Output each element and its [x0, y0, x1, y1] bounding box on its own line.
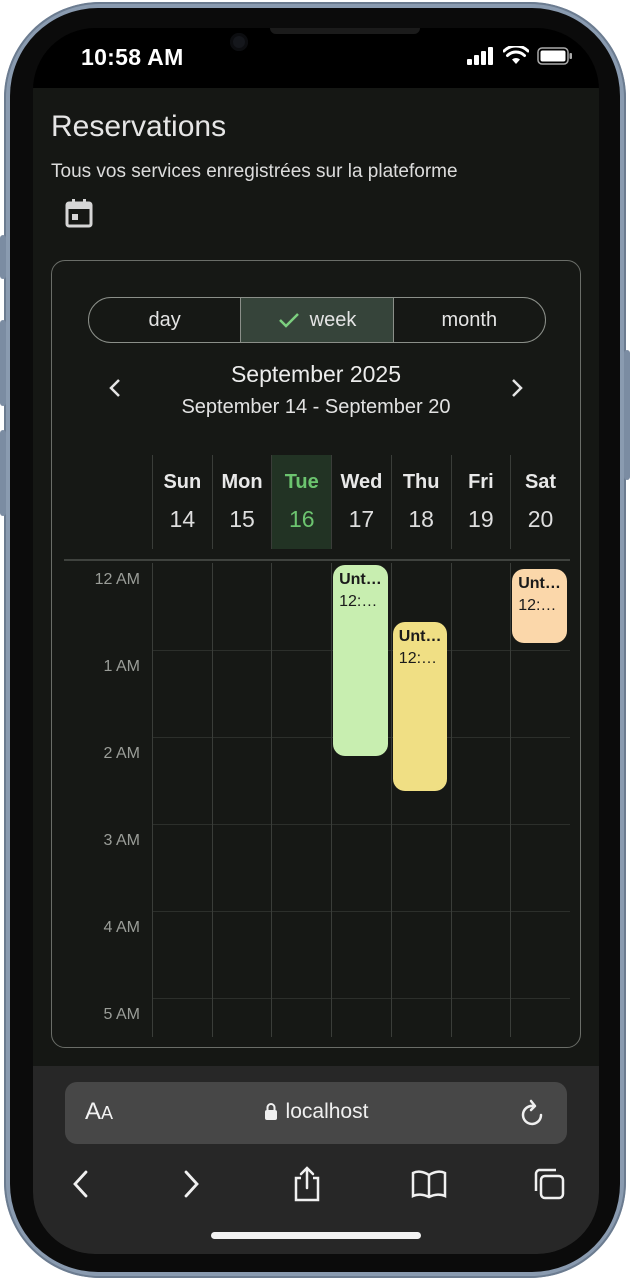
- screen: 10:58 AM Reservations Tous vos services …: [33, 28, 599, 1254]
- front-camera: [230, 33, 248, 51]
- view-week-button[interactable]: week: [240, 298, 393, 342]
- event-time: 12:…: [339, 593, 378, 610]
- day-column-divider: [211, 563, 213, 1037]
- hour-label: 4 AM: [103, 919, 140, 936]
- chevron-right-icon: [184, 1170, 199, 1198]
- event-title: Unt…: [398, 627, 442, 645]
- chevron-right-icon: [512, 379, 523, 397]
- view-week-label: week: [309, 308, 357, 331]
- time-grid: 12 AM 1 AM 2 AM 3 AM 4 AM 5 AM Unt… 12:… Unt… 12:…: [64, 563, 570, 1037]
- event-block[interactable]: Unt… 12:…: [512, 569, 567, 644]
- day-number: 15: [229, 506, 255, 532]
- browser-toolbar: [33, 1162, 599, 1212]
- day-header-thu[interactable]: Thu 18: [390, 455, 451, 549]
- browser-chrome: AA localhost: [33, 1066, 599, 1254]
- day-number: 16: [288, 506, 315, 532]
- back-button[interactable]: [59, 1162, 103, 1206]
- address-bar[interactable]: AA localhost: [65, 1082, 567, 1144]
- url-display[interactable]: localhost: [65, 1100, 567, 1124]
- tabs-button[interactable]: [527, 1162, 571, 1206]
- day-name: Fri: [468, 471, 494, 493]
- volume-down-button: [0, 430, 6, 516]
- bookmarks-button[interactable]: [407, 1162, 451, 1206]
- view-month-label: month: [441, 308, 498, 331]
- app-content: Reservations Tous vos services enregistr…: [33, 88, 599, 1066]
- day-name: Tue: [284, 471, 319, 493]
- check-icon: [278, 313, 299, 328]
- day-number: 17: [348, 506, 375, 532]
- date-range: September 14 - September 20: [181, 396, 451, 418]
- hour-label: 5 AM: [103, 1006, 140, 1023]
- forward-button[interactable]: [169, 1162, 213, 1206]
- chevron-left-icon: [73, 1170, 88, 1198]
- calendar-card: day week month September 2025 September …: [51, 260, 581, 1048]
- hour-gridline: [152, 998, 570, 999]
- view-day-button[interactable]: day: [89, 298, 240, 342]
- speaker-grille: [270, 28, 420, 34]
- day-column-divider: [390, 563, 392, 1037]
- day-name: Thu: [402, 471, 440, 493]
- day-column-divider: [331, 563, 333, 1037]
- hour-label: 2 AM: [103, 745, 140, 762]
- week-grid: Sun 14 Mon 15 Tue 16 Wed 17 Thu 18 Fri 19 Sat 20 12 A…: [64, 445, 570, 1037]
- url-text: localhost: [285, 1100, 369, 1123]
- day-column-divider: [271, 563, 273, 1037]
- month-title: September 2025: [230, 361, 402, 387]
- status-time: 10:58 AM: [81, 44, 184, 70]
- event-time: 12:…: [518, 597, 557, 615]
- page-subtitle: Tous vos services enregistrées sur la pl…: [51, 161, 458, 182]
- day-column-divider: [510, 563, 512, 1037]
- cellular-signal-icon: [467, 47, 493, 65]
- day-header-tue[interactable]: Tue 16: [271, 455, 332, 549]
- day-column-divider: [152, 563, 153, 1037]
- event-title: Unt…: [518, 575, 561, 593]
- day-header-row: Sun 14 Mon 15 Tue 16 Wed 17 Thu 18 Fri 19 Sat 20: [64, 445, 570, 561]
- battery-icon: [537, 47, 572, 65]
- day-header-sat[interactable]: Sat 20: [510, 455, 570, 549]
- calendar-icon[interactable]: [65, 198, 93, 228]
- day-header-mon[interactable]: Mon 15: [211, 455, 272, 549]
- day-name: Wed: [340, 471, 383, 493]
- day-name: Sun: [163, 471, 202, 493]
- reload-icon[interactable]: [519, 1098, 547, 1128]
- day-number: 14: [169, 506, 196, 532]
- view-day-label: day: [148, 308, 181, 331]
- day-number: 20: [527, 506, 554, 532]
- day-number: 18: [408, 506, 434, 532]
- power-button: [624, 350, 630, 480]
- home-indicator: [211, 1232, 421, 1239]
- event-block[interactable]: Unt… 12:…: [333, 565, 388, 757]
- day-name: Mon: [221, 471, 263, 493]
- hour-label: 12 AM: [94, 571, 140, 588]
- day-name: Sat: [524, 471, 557, 493]
- page-title: Reservations: [51, 110, 227, 143]
- hour-gridline: [152, 824, 570, 825]
- next-week-button[interactable]: [502, 373, 532, 403]
- tabs-icon: [534, 1168, 565, 1200]
- book-icon: [411, 1170, 447, 1199]
- share-button[interactable]: [285, 1162, 329, 1206]
- volume-up-button: [0, 320, 6, 406]
- view-switcher: day week month: [88, 297, 546, 343]
- day-column-divider: [450, 563, 452, 1037]
- wifi-icon: [503, 46, 529, 64]
- day-header-fri[interactable]: Fri 19: [450, 455, 511, 549]
- status-icons: [467, 46, 573, 66]
- hour-label: 1 AM: [103, 658, 140, 675]
- share-icon: [294, 1166, 320, 1202]
- event-block[interactable]: Unt… 12:…: [392, 621, 448, 792]
- hour-label: 3 AM: [103, 832, 140, 849]
- lock-icon: [264, 1103, 277, 1120]
- event-time: 12:…: [398, 649, 438, 667]
- day-number: 19: [468, 506, 494, 532]
- day-header-sun[interactable]: Sun 14: [152, 455, 212, 549]
- view-month-button[interactable]: month: [392, 298, 545, 342]
- day-header-wed[interactable]: Wed 17: [331, 455, 391, 549]
- silent-switch: [0, 235, 6, 279]
- hour-gridline: [152, 911, 570, 912]
- event-title: Unt…: [339, 571, 382, 588]
